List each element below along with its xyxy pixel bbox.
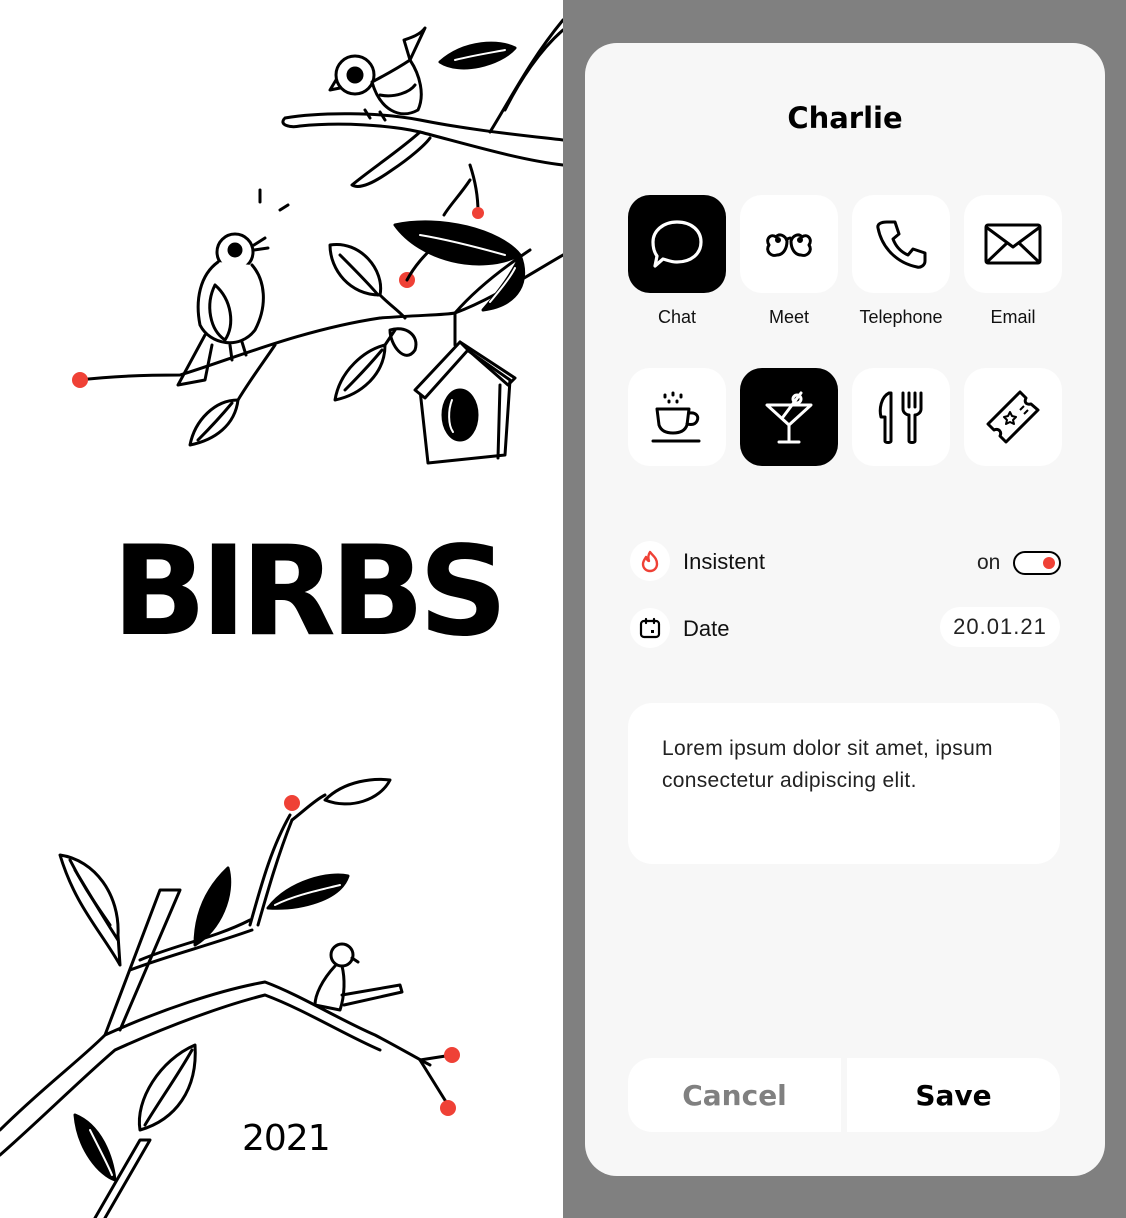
chat-bubble-icon bbox=[651, 220, 703, 268]
option-email-label: Email bbox=[990, 307, 1036, 327]
right-panel: Charlie Chat Meet Telephone Email Insist… bbox=[563, 0, 1126, 1218]
insistent-label: Insistent bbox=[683, 549, 765, 574]
phone-icon bbox=[876, 220, 927, 269]
date-value-field[interactable]: 20.01.21 bbox=[940, 607, 1060, 647]
contact-card: Charlie Chat Meet Telephone Email Insist… bbox=[585, 43, 1105, 1176]
brand-wordmark: BIRBS bbox=[112, 520, 508, 664]
coffee-cup-icon bbox=[651, 391, 701, 443]
ticket-icon bbox=[986, 390, 1040, 444]
insistent-state-text: on bbox=[977, 551, 1001, 574]
place-restaurant-button[interactable] bbox=[852, 368, 950, 466]
calendar-icon bbox=[639, 617, 661, 639]
date-icon-wrap bbox=[630, 608, 670, 648]
flame-icon bbox=[641, 550, 659, 573]
illustration-panel: BIRBS 2021 bbox=[0, 0, 563, 1218]
option-chat-label: Chat bbox=[657, 307, 697, 327]
year-label: 2021 bbox=[242, 1118, 331, 1159]
option-meet-label: Meet bbox=[768, 307, 810, 327]
option-telephone-label: Telephone bbox=[859, 307, 943, 327]
save-button[interactable]: Save bbox=[847, 1058, 1060, 1132]
note-textarea[interactable]: Lorem ipsum dolor sit amet, ipsum consec… bbox=[628, 703, 1060, 864]
contact-name: Charlie bbox=[787, 101, 903, 135]
knife-fork-icon bbox=[878, 391, 923, 444]
cancel-button[interactable]: Cancel bbox=[628, 1058, 841, 1132]
note-text: Lorem ipsum dolor sit amet, ipsum consec… bbox=[662, 737, 993, 792]
toggle-knob bbox=[1043, 557, 1055, 569]
place-ticket-button[interactable] bbox=[964, 368, 1062, 466]
date-label: Date bbox=[683, 616, 730, 641]
birds-meet-icon bbox=[766, 233, 812, 257]
option-chat-button[interactable] bbox=[628, 195, 726, 293]
option-email-button[interactable] bbox=[964, 195, 1062, 293]
place-cocktail-button[interactable] bbox=[740, 368, 838, 466]
envelope-icon bbox=[984, 223, 1042, 265]
place-coffee-button[interactable] bbox=[628, 368, 726, 466]
insistent-icon-wrap bbox=[630, 541, 670, 581]
insistent-toggle[interactable] bbox=[1013, 551, 1061, 575]
option-meet-button[interactable] bbox=[740, 195, 838, 293]
option-telephone-button[interactable] bbox=[852, 195, 950, 293]
cocktail-icon bbox=[765, 391, 813, 444]
